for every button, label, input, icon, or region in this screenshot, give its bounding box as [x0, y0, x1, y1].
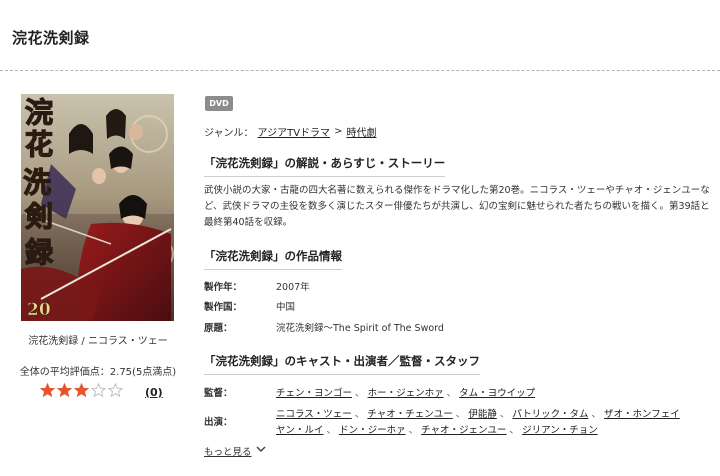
page-title: 浣花洗剣録 — [12, 29, 90, 47]
svg-text:花: 花 — [25, 128, 53, 161]
cast-heading: 「浣花洗剣録」のキャスト・出演者／監督・スタッフ — [204, 353, 480, 375]
svg-text:浣: 浣 — [25, 96, 53, 129]
genre-label: ジャンル： — [204, 128, 254, 139]
star-rating: (0) — [40, 382, 163, 402]
cast-list-line-2: ヤン・ルイ 、 ドン・ジーホァ 、 チャオ・ジェンユー 、 ジリアン・チョン — [276, 425, 598, 436]
cast-link[interactable]: ザオ・ホンフェイ — [604, 409, 680, 420]
director-link[interactable]: チェン・ヨンゴー — [276, 388, 352, 399]
cast-link[interactable]: ヤン・ルイ — [276, 425, 324, 436]
genre-row: ジャンル： アジアTVドラマ > 時代劇 — [204, 124, 376, 139]
cast-link[interactable]: パトリック・タム — [512, 409, 588, 420]
info-value-original-title: 浣花洗剣録～The Spirit of The Sword — [276, 323, 444, 334]
star-icon — [108, 382, 123, 397]
cast-link[interactable]: 伊能静 — [468, 409, 497, 420]
info-value-year: 2007年 — [276, 282, 310, 293]
svg-text:洗: 洗 — [23, 166, 51, 199]
svg-text:録: 録 — [25, 236, 54, 269]
cast-link[interactable]: ニコラス・ツェー — [276, 409, 352, 420]
synopsis-text: 武侠小説の大家・古龍の四大名著に数えられる傑作をドラマ化した第20巻。ニコラス・… — [204, 185, 710, 228]
synopsis-heading: 「浣花洗剣録」の解説・あらすじ・ストーリー — [204, 155, 446, 177]
header-divider — [0, 70, 720, 71]
chevron-down-icon[interactable] — [256, 445, 266, 453]
director-link[interactable]: ホー・ジェンホァ — [368, 388, 444, 399]
average-rating-text: 全体の平均評価点：2.75(5点満点) — [19, 367, 177, 378]
svg-text:20: 20 — [27, 300, 51, 320]
show-more-link[interactable]: もっと見る — [204, 444, 252, 458]
star-icon — [40, 382, 55, 397]
director-label: 監督： — [204, 388, 233, 399]
info-label-original-title: 原題： — [204, 323, 233, 334]
cast-link[interactable]: チャオ・ジェンユー — [421, 425, 506, 436]
info-label-year: 製作年： — [204, 282, 243, 293]
genre-link-asian-tv-drama[interactable]: アジアTVドラマ — [258, 124, 331, 139]
cover-artwork: 浣 花 洗 剣 録 20 — [21, 94, 174, 321]
director-list: チェン・ヨンゴー 、 ホー・ジェンホァ 、 タム・ヨウイップ — [276, 388, 536, 399]
review-count-link[interactable]: (0) — [145, 386, 163, 399]
star-icon — [74, 382, 89, 397]
star-icon — [57, 382, 72, 397]
cast-list-line-1: ニコラス・ツェー 、 チャオ・チェンユー 、 伊能静 、 パトリック・タム 、 … — [276, 409, 680, 420]
work-info-heading: 「浣花洗剣録」の作品情報 — [204, 248, 342, 270]
genre-link-period-drama[interactable]: 時代劇 — [346, 124, 376, 139]
star-icon — [91, 382, 106, 397]
svg-text:剣: 剣 — [24, 200, 53, 233]
info-value-country: 中国 — [276, 302, 296, 313]
cast-link[interactable]: チャオ・チェンユー — [367, 409, 452, 420]
dvd-cover-image[interactable]: 浣 花 洗 剣 録 20 — [21, 94, 174, 321]
cast-label: 出演： — [204, 417, 233, 428]
product-caption: 浣花洗剣録 / ニコラス・ツェー — [28, 336, 168, 347]
genre-separator: > — [334, 126, 343, 137]
info-label-country: 製作国： — [204, 302, 243, 313]
rating-stars — [40, 382, 125, 402]
cast-link[interactable]: ジリアン・チョン — [522, 425, 598, 436]
director-link[interactable]: タム・ヨウイップ — [459, 388, 535, 399]
format-badge: DVD — [205, 96, 233, 111]
cast-link[interactable]: ドン・ジーホァ — [339, 425, 406, 436]
